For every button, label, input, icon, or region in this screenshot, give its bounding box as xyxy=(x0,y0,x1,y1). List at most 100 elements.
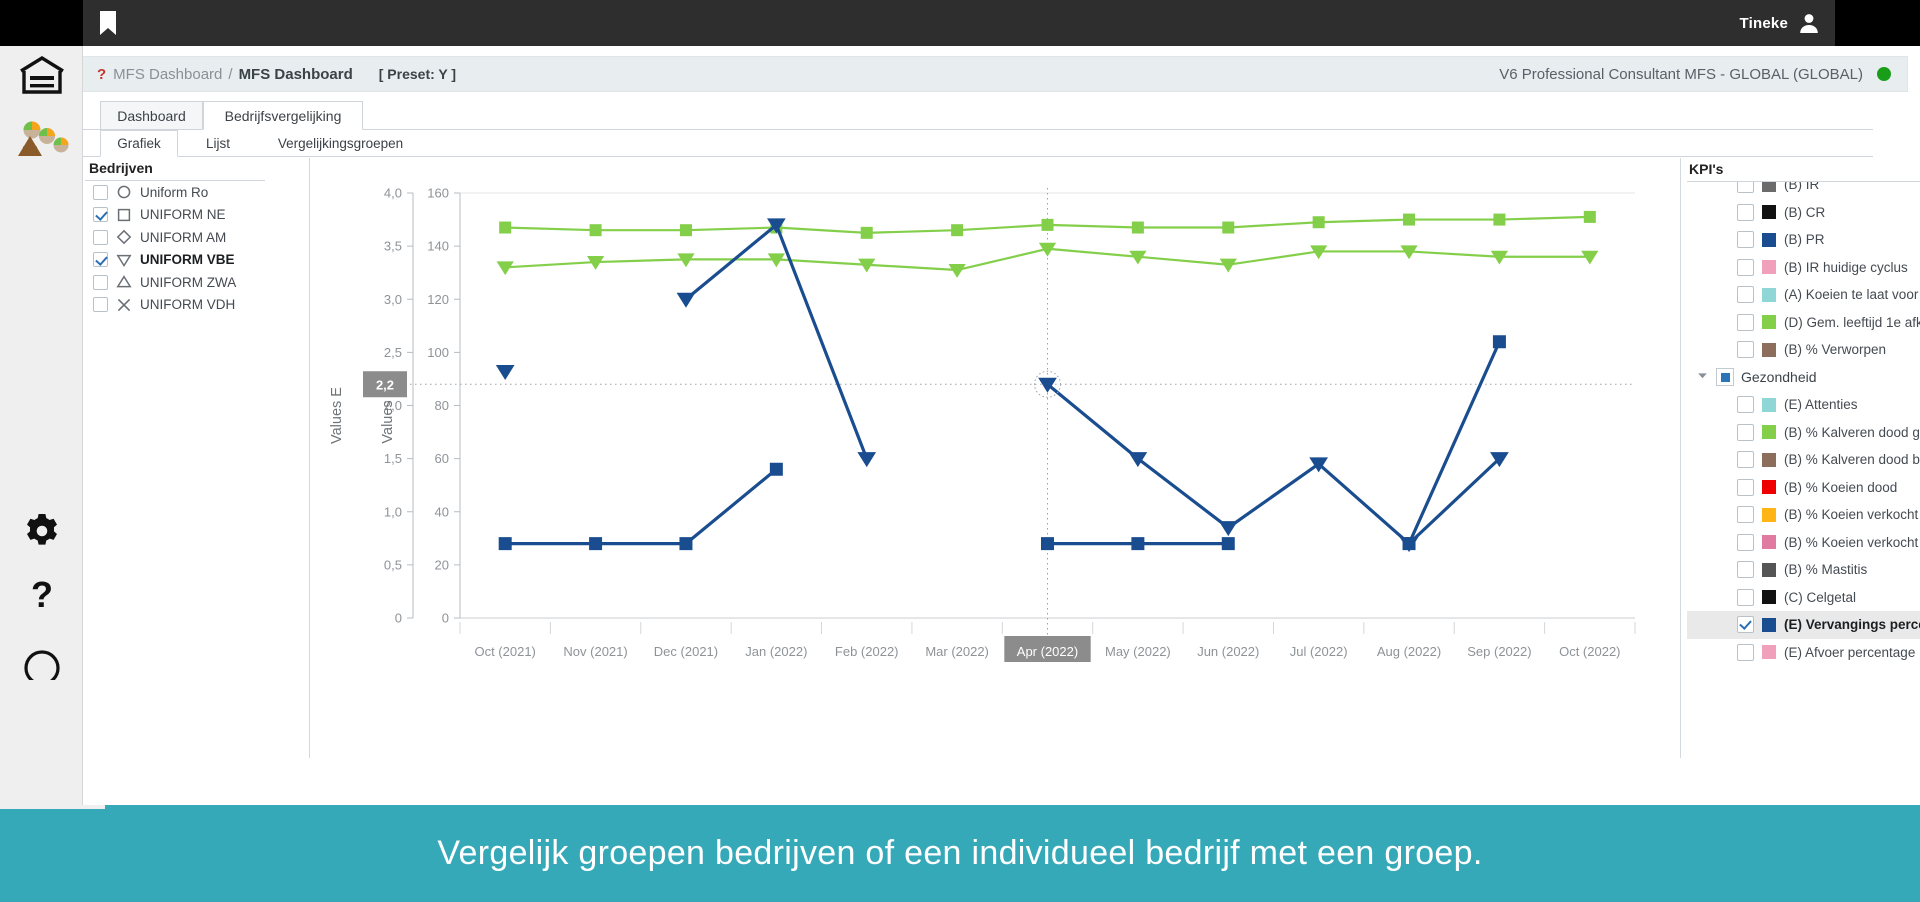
chevron-down-icon[interactable] xyxy=(1697,368,1709,386)
kpi-color-swatch xyxy=(1762,452,1776,467)
tab-dashboard[interactable]: Dashboard xyxy=(100,101,203,130)
company-row[interactable]: UNIFORM VDH xyxy=(85,294,277,317)
kpi-checkbox[interactable] xyxy=(1737,203,1754,221)
kpi-row[interactable]: (B) IR xyxy=(1687,182,1920,199)
kpi-row[interactable]: (B) % Kalveren dood binnen 14 dg xyxy=(1687,446,1920,474)
kpi-checkbox[interactable] xyxy=(1737,561,1754,579)
company-row[interactable]: Uniform Ro xyxy=(85,181,277,204)
kpi-row[interactable]: (B) % Koeien dood xyxy=(1687,474,1920,502)
kpi-label: (C) Celgetal xyxy=(1784,589,1857,605)
kpi-row[interactable]: (B) IR huidige cyclus xyxy=(1687,254,1920,282)
kpi-row[interactable]: (E) Vervangings percentage xyxy=(1687,611,1920,639)
kpi-scroll-region[interactable]: (B) IR (B) CR (B) PR (B) IR huidige cyclus (… xyxy=(1687,182,1920,734)
svg-text:Sep (2022): Sep (2022) xyxy=(1467,644,1531,659)
kpi-row[interactable]: (A) Koeien te laat voor DR contr. xyxy=(1687,281,1920,309)
kpi-checkbox[interactable] xyxy=(1737,258,1754,276)
kpi-group-row[interactable]: Gezondheid xyxy=(1687,364,1920,392)
breadcrumb-parent[interactable]: MFS Dashboard xyxy=(113,66,222,83)
kpi-row[interactable]: (C) Celgetal xyxy=(1687,584,1920,612)
tab-bedrijfsvergelijking[interactable]: Bedrijfsvergelijking xyxy=(203,101,363,130)
kpi-label: (B) % Koeien verkocht + dood xyxy=(1784,534,1920,550)
help-marker[interactable]: ? xyxy=(97,66,106,83)
preset-label[interactable]: [ Preset: Y ] xyxy=(379,66,456,82)
kpi-row[interactable]: (E) Attenties xyxy=(1687,391,1920,419)
company-checkbox[interactable] xyxy=(93,274,108,290)
kpi-row[interactable]: (B) CR xyxy=(1687,199,1920,227)
kpi-label: (B) CR xyxy=(1784,204,1826,220)
kpi-label: (B) PR xyxy=(1784,232,1825,248)
svg-text:Jan (2022): Jan (2022) xyxy=(745,644,807,659)
environment-label: V6 Professional Consultant MFS - GLOBAL … xyxy=(1499,65,1863,83)
company-label: Uniform Ro xyxy=(140,184,209,200)
farm-group-icon[interactable] xyxy=(0,110,83,166)
status-indicator-icon xyxy=(1877,67,1891,81)
user-menu[interactable]: Tineke xyxy=(1740,0,1820,46)
kpi-checkbox[interactable] xyxy=(1737,478,1754,496)
kpi-checkbox[interactable] xyxy=(1737,231,1754,249)
company-row[interactable]: UNIFORM NE xyxy=(85,204,277,227)
kpi-panel-title: KPI's xyxy=(1687,158,1920,182)
kpi-checkbox[interactable] xyxy=(1737,182,1754,194)
kpi-row[interactable]: (B) % Verworpen xyxy=(1687,336,1920,364)
main-content: ? MFS Dashboard / MFS Dashboard [ Preset… xyxy=(83,46,1920,805)
kpi-row[interactable]: (D) Gem. leeftijd 1e afkalving xyxy=(1687,309,1920,337)
kpi-label: (B) % Kalveren dood geboren xyxy=(1784,424,1920,440)
kpi-checkbox[interactable] xyxy=(1737,588,1754,606)
company-checkbox[interactable] xyxy=(93,252,108,268)
comparison-chart[interactable]: 0 0,5 1,0 1,5 2,0 2,5 3,0 3,5 4,0 Values E 0 20 40 60… xyxy=(315,158,1645,758)
gear-icon[interactable] xyxy=(0,500,83,562)
tab-grafiek[interactable]: Grafiek xyxy=(100,130,178,157)
kpi-checkbox[interactable] xyxy=(1737,506,1754,524)
tab-vergelijkingsgroepen-label: Vergelijkingsgroepen xyxy=(277,136,404,151)
kpi-row[interactable]: (B) % Koeien verkocht xyxy=(1687,501,1920,529)
kpi-checkbox[interactable] xyxy=(1737,533,1754,551)
environment-info: V6 Professional Consultant MFS - GLOBAL … xyxy=(1499,66,1891,83)
company-label: UNIFORM VDH xyxy=(140,297,236,313)
kpi-row[interactable]: (B) PR xyxy=(1687,226,1920,254)
kpi-row[interactable]: (B) % Koeien verkocht + dood xyxy=(1687,529,1920,557)
kpi-checkbox[interactable] xyxy=(1737,313,1754,331)
company-row[interactable]: UNIFORM AM xyxy=(85,226,277,249)
tab-vergelijkingsgroepen[interactable]: Vergelijkingsgroepen xyxy=(258,130,423,157)
company-checkbox[interactable] xyxy=(93,297,108,313)
breadcrumb: ? MFS Dashboard / MFS Dashboard [ Preset… xyxy=(83,56,1908,92)
kpi-checkbox[interactable] xyxy=(1737,643,1754,661)
kpi-row[interactable]: (B) % Mastitis xyxy=(1687,556,1920,584)
kpi-label: (D) Gem. leeftijd 1e afkalving xyxy=(1784,314,1920,330)
tab-grafiek-label: Grafiek xyxy=(117,136,161,151)
company-symbol-icon xyxy=(116,297,132,313)
kpi-color-swatch xyxy=(1762,562,1776,577)
kpi-checkbox[interactable] xyxy=(1737,286,1754,304)
kpi-checkbox[interactable] xyxy=(1737,616,1754,634)
kpi-row[interactable]: (E) Afvoer percentage xyxy=(1687,639,1920,667)
companies-panel: Bedrijven Uniform Ro UNIFORM NE UNIFORM AM… xyxy=(85,158,277,758)
chart-canvas[interactable]: 00,51,01,52,02,53,03,54,0Values E0204060… xyxy=(315,158,1645,758)
kpi-checkbox[interactable] xyxy=(1737,451,1754,469)
company-row[interactable]: UNIFORM ZWA xyxy=(85,271,277,294)
company-row[interactable]: UNIFORM VBE xyxy=(85,249,277,272)
kpi-checkbox[interactable] xyxy=(1737,341,1754,359)
kpi-label: (B) % Kalveren dood binnen 14 dg xyxy=(1784,452,1920,468)
kpi-label: (E) Vervangings percentage xyxy=(1784,617,1920,633)
promo-banner: Vergelijk groepen bedrijven of een indiv… xyxy=(0,805,1920,902)
svg-text:Values E: Values E xyxy=(329,387,345,444)
bookmark-icon[interactable] xyxy=(96,10,120,36)
kpi-color-swatch xyxy=(1762,425,1776,440)
company-checkbox[interactable] xyxy=(93,229,108,245)
kpi-checkbox[interactable] xyxy=(1737,396,1754,414)
tab-lijst[interactable]: Lijst xyxy=(188,130,248,157)
smiley-icon[interactable] xyxy=(0,630,83,690)
kpi-checkbox[interactable] xyxy=(1737,423,1754,441)
kpi-color-swatch xyxy=(1762,645,1776,660)
kpi-group-checkbox[interactable] xyxy=(1716,368,1734,387)
company-checkbox[interactable] xyxy=(93,207,108,223)
kpi-row[interactable]: (B) % Kalveren dood geboren xyxy=(1687,419,1920,447)
barn-icon[interactable] xyxy=(0,46,83,104)
company-checkbox[interactable] xyxy=(93,184,108,200)
help-icon[interactable]: ? xyxy=(0,566,83,628)
kpi-color-swatch xyxy=(1762,397,1776,412)
svg-text:60: 60 xyxy=(435,451,449,466)
companies-list: Uniform Ro UNIFORM NE UNIFORM AM UNIFORM VB… xyxy=(85,181,277,316)
kpi-color-swatch xyxy=(1762,182,1776,192)
company-symbol-icon xyxy=(116,252,132,268)
